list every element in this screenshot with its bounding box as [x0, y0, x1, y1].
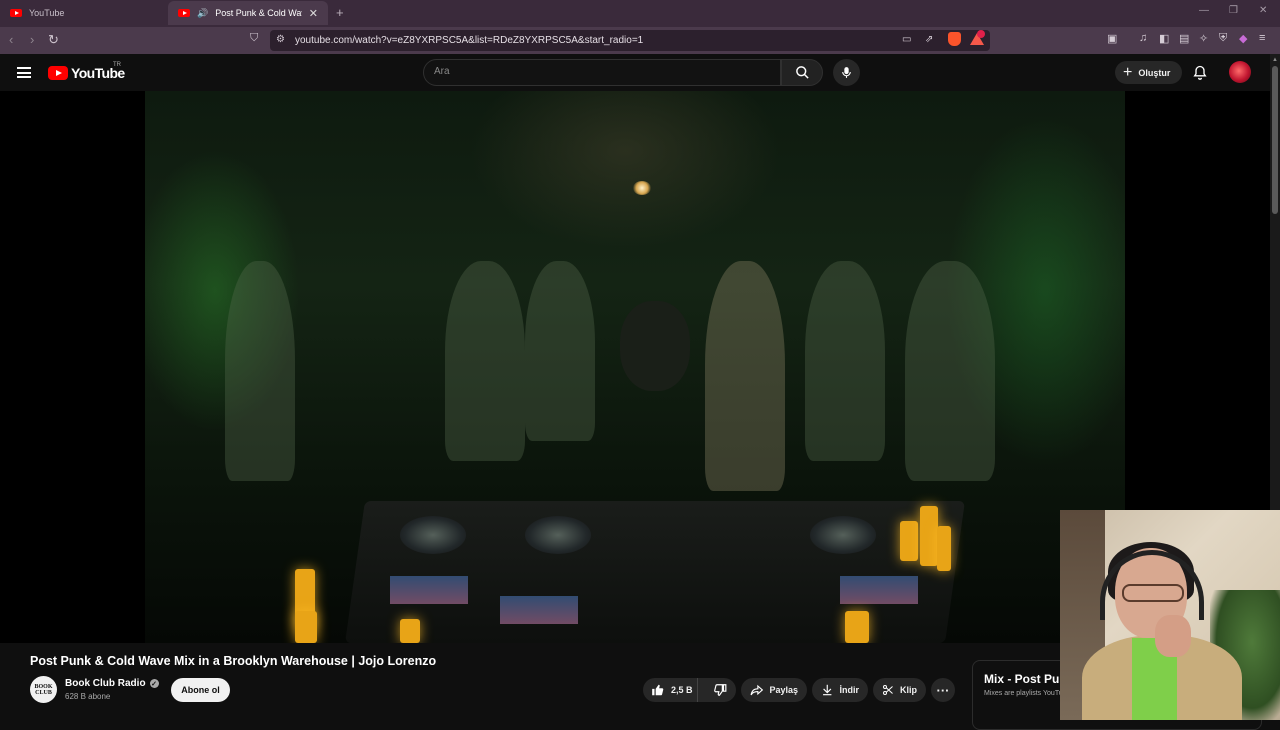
cdj-screen: [500, 596, 578, 624]
subscriber-count: 628 B abone: [65, 692, 111, 701]
sidebar-icon[interactable]: ▣: [1107, 32, 1117, 45]
youtube-header: YouTube TR + Oluştur: [0, 54, 1270, 91]
cast-icon[interactable]: ▭: [902, 34, 911, 45]
like-dislike-group: 2,5 B: [643, 678, 736, 702]
browser-toolbar: ‹ › ↻ ⛉ ⚙ youtube.com/watch?v=eZ8YXRPSC5…: [0, 27, 1280, 54]
channel-name[interactable]: Book Club Radio: [65, 678, 146, 689]
dj-figure: [620, 301, 690, 391]
scroll-up-icon[interactable]: ▲: [1272, 57, 1278, 63]
tab-title: Post Punk & Cold Wave Mix in a Brooklyn …: [215, 8, 302, 18]
webcam-person-hand: [1155, 615, 1191, 657]
bell-icon[interactable]: [1192, 64, 1208, 81]
download-label: İndir: [839, 685, 860, 695]
dislike-icon: [714, 684, 727, 696]
address-bar[interactable]: ⚙ youtube.com/watch?v=eZ8YXRPSC5A&list=R…: [270, 30, 990, 51]
scissors-icon: [883, 685, 893, 695]
candle: [845, 611, 869, 643]
youtube-favicon: [10, 9, 22, 17]
plus-icon: +: [1123, 63, 1133, 81]
download-icon: [823, 684, 832, 696]
crowd-figure: [705, 261, 785, 491]
webcam-overlay: [1060, 510, 1280, 720]
avatar[interactable]: [1229, 61, 1251, 83]
brave-shields-icon[interactable]: [948, 32, 961, 46]
search-input[interactable]: [434, 66, 764, 77]
leo-icon[interactable]: ◆: [1239, 32, 1247, 45]
vpn-icon[interactable]: ⛨: [1219, 32, 1227, 45]
wallet-icon[interactable]: ▤: [1179, 32, 1189, 45]
clip-label: Klip: [900, 685, 917, 695]
like-icon: [652, 684, 664, 696]
music-icon[interactable]: ♫: [1139, 32, 1147, 44]
ceiling-lamp: [633, 181, 651, 195]
share-label: Paylaş: [769, 685, 798, 695]
maximize-icon[interactable]: ❐: [1229, 5, 1238, 16]
crowd-figure: [525, 261, 595, 441]
browser-tab-active[interactable]: 🔊 Post Punk & Cold Wave Mix in a Brookly…: [168, 1, 328, 25]
youtube-logo-icon: [48, 66, 68, 80]
tab-title: YouTube: [29, 8, 65, 18]
close-icon[interactable]: ✕: [309, 7, 318, 20]
download-button[interactable]: İndir: [812, 678, 868, 702]
speaker-icon[interactable]: 🔊: [197, 8, 208, 19]
back-icon[interactable]: ‹: [9, 32, 13, 47]
extension-icon[interactable]: ✧: [1199, 32, 1208, 45]
channel-avatar[interactable]: BOOK CLUB: [30, 676, 57, 703]
cdj-screen: [840, 576, 918, 604]
menu-icon[interactable]: ≡: [1259, 32, 1265, 44]
channel-name-row[interactable]: Book Club Radio ✓: [65, 678, 159, 689]
crowd-figure: [805, 261, 885, 461]
plus-icon[interactable]: +: [336, 5, 344, 20]
crowd-figure: [905, 261, 995, 481]
search-icon: [796, 66, 809, 79]
more-actions-button[interactable]: ···: [931, 678, 955, 702]
share-icon: [750, 684, 764, 695]
turntable-platter: [525, 516, 591, 554]
video-title: Post Punk & Cold Wave Mix in a Brooklyn …: [30, 654, 437, 668]
youtube-favicon: [178, 9, 190, 17]
crowd-figure: [445, 261, 525, 461]
dislike-button[interactable]: [704, 678, 736, 702]
close-window-icon[interactable]: ✕: [1259, 5, 1267, 16]
candle: [937, 526, 951, 571]
verified-icon: ✓: [149, 679, 159, 688]
turntable-platter: [810, 516, 876, 554]
menu-icon[interactable]: [17, 67, 31, 78]
bookmark-icon[interactable]: ⛉: [250, 32, 258, 45]
like-count: 2,5 B: [671, 685, 693, 695]
mic-icon: [842, 67, 851, 78]
crowd-figure: [225, 261, 295, 481]
scrollbar-thumb[interactable]: [1272, 66, 1278, 214]
create-button[interactable]: + Oluştur: [1115, 61, 1182, 84]
cdj-screen: [390, 576, 468, 604]
candle: [920, 506, 938, 566]
share-page-icon[interactable]: ⇗: [925, 34, 933, 45]
clip-button[interactable]: Klip: [873, 678, 926, 702]
more-icon: ···: [936, 682, 950, 698]
search-button[interactable]: [781, 59, 823, 86]
candle: [400, 619, 420, 643]
subscribe-button[interactable]: Abone ol: [171, 678, 230, 702]
share-button[interactable]: Paylaş: [741, 678, 807, 702]
browser-tab-strip: YouTube 🔊 Post Punk & Cold Wave Mix in a…: [0, 0, 1280, 27]
browser-tab[interactable]: YouTube: [0, 1, 163, 25]
reader-icon[interactable]: ◧: [1159, 32, 1169, 45]
video-frame[interactable]: [145, 91, 1125, 643]
candle: [900, 521, 918, 561]
country-code: TR: [113, 62, 121, 68]
reload-icon[interactable]: ↻: [48, 32, 59, 48]
like-button[interactable]: 2,5 B: [643, 678, 699, 702]
voice-search-button[interactable]: [833, 59, 860, 86]
forward-icon[interactable]: ›: [30, 32, 34, 47]
turntable-platter: [400, 516, 466, 554]
candle: [295, 611, 317, 643]
url-text[interactable]: youtube.com/watch?v=eZ8YXRPSC5A&list=RDe…: [295, 35, 643, 46]
search-box: [423, 59, 781, 86]
site-settings-icon[interactable]: ⚙: [276, 34, 285, 45]
notification-badge: [977, 30, 985, 38]
create-label: Oluştur: [1138, 67, 1171, 78]
minimize-icon[interactable]: —: [1199, 5, 1209, 16]
